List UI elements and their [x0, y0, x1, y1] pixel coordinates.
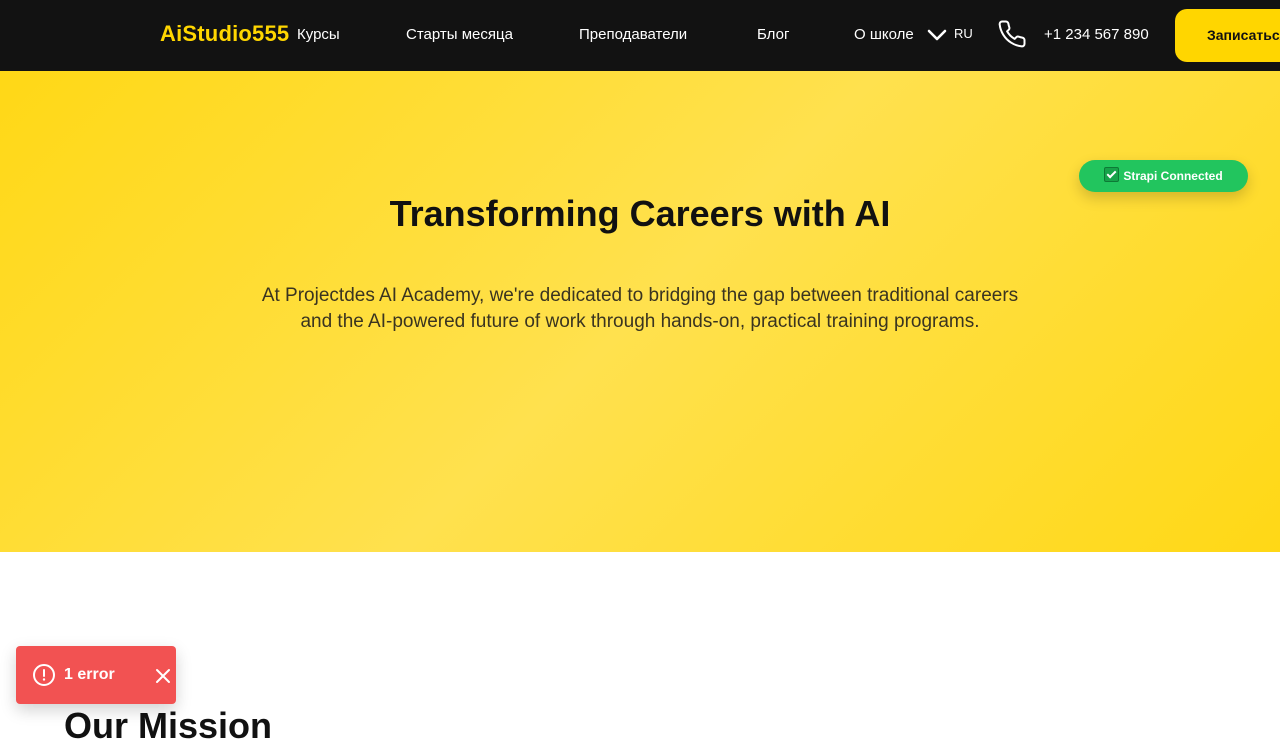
nav-item-blog[interactable]: Блог	[757, 26, 789, 43]
nav-item-about-school[interactable]: О школе	[854, 26, 914, 43]
language-selector[interactable]: RU	[954, 26, 973, 41]
hero-section: Transforming Careers with AI At Projectd…	[0, 71, 1280, 552]
error-toast[interactable]: 1 error	[16, 646, 176, 704]
error-count: 1 error	[64, 666, 115, 683]
status-badge-label: Strapi Connected	[1123, 169, 1223, 183]
check-icon	[1104, 167, 1120, 182]
signup-button[interactable]: Записаться	[1175, 9, 1280, 62]
nav-item-month-starts[interactable]: Старты месяца	[406, 26, 513, 43]
section-heading: Our Mission	[64, 705, 273, 746]
status-badge: Strapi Connected	[1079, 160, 1248, 192]
nav-item-teachers[interactable]: Преподаватели	[579, 26, 687, 43]
nav-item-courses[interactable]: Курсы	[297, 26, 340, 43]
hero-description: At Projectdes AI Academy, we're dedicate…	[261, 285, 1019, 332]
hero-title: Transforming Careers with AI	[389, 193, 891, 234]
alert-circle-icon	[33, 664, 55, 686]
phone-icon	[998, 20, 1026, 48]
phone-number[interactable]: +1 234 567 890	[1044, 26, 1149, 43]
site-header: AiStudio555 Курсы Старты месяца Преподав…	[0, 0, 1280, 71]
close-icon[interactable]	[152, 665, 174, 687]
logo[interactable]: AiStudio555	[160, 21, 289, 47]
chevron-down-icon[interactable]	[927, 26, 947, 44]
